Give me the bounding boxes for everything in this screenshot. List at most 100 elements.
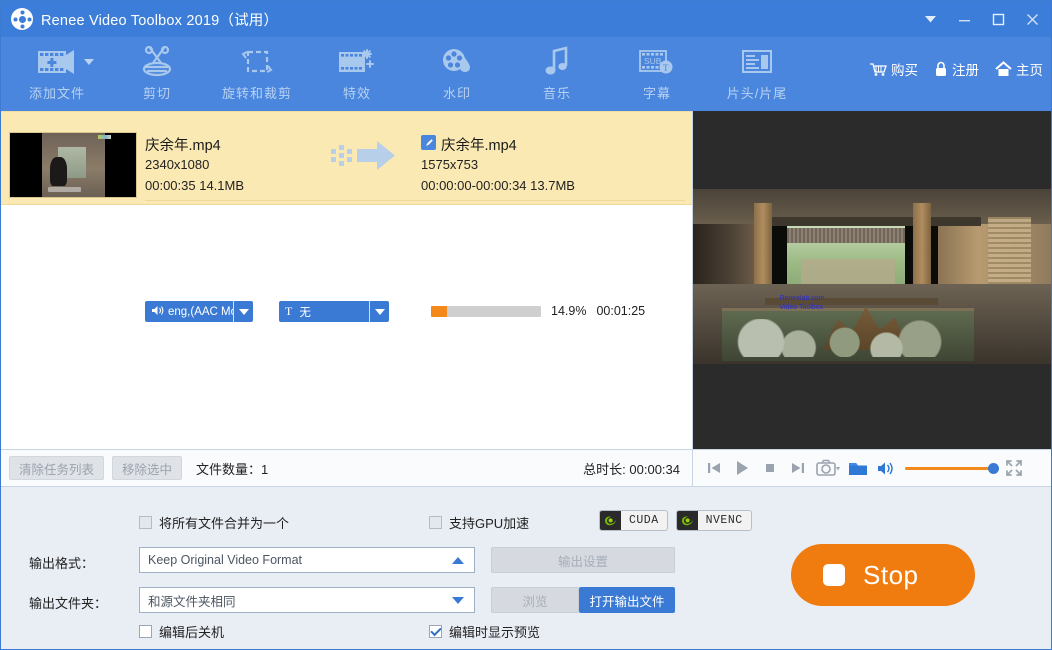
buy-link[interactable]: 购买 <box>869 59 918 79</box>
total-duration-label: 总时长: <box>583 461 626 477</box>
home-link-label: 主页 <box>1016 63 1043 78</box>
output-folder-select[interactable]: 和源文件夹相同 <box>139 587 475 613</box>
play-button[interactable] <box>729 455 755 481</box>
progress-bar-fill <box>431 305 448 317</box>
toolbar-item-effects[interactable]: 特效 <box>307 37 407 111</box>
volume-slider-knob[interactable] <box>988 462 999 474</box>
stop-button[interactable]: Stop <box>791 544 975 606</box>
video-preview-panel[interactable]: Reneelab.com Video Toolbox <box>693 111 1051 449</box>
svg-text:SUB: SUB <box>644 56 662 66</box>
shutdown-after-edit-checkbox[interactable]: 编辑后关机 <box>139 622 224 641</box>
volume-button[interactable] <box>873 455 899 481</box>
progress-bar <box>431 305 541 317</box>
toolbar-item-cut[interactable]: 剪切 <box>107 37 207 111</box>
minimize-button[interactable] <box>947 2 981 36</box>
stop-button-label: Stop <box>863 559 919 590</box>
speaker-icon <box>151 305 164 319</box>
nvenc-badge-label: NVENC <box>705 514 743 527</box>
toolbar-item-watermark[interactable]: 水印 <box>407 37 507 111</box>
task-status-bar: 清除任务列表 移除选中 文件数量：1 总时长: 00:00:34 <box>1 449 693 487</box>
stop-playback-button[interactable] <box>757 455 783 481</box>
total-duration: 总时长: 00:00:34 <box>583 459 680 478</box>
title-bar: Renee Video Toolbox 2019（试用） <box>1 1 1051 37</box>
fullscreen-button[interactable] <box>1001 455 1027 481</box>
pencil-edit-icon[interactable] <box>421 135 436 150</box>
show-preview-checkbox[interactable]: 编辑时显示预览 <box>429 622 540 641</box>
dropdown-menu-button[interactable] <box>913 2 947 36</box>
open-output-folder-button[interactable]: 打开输出文件 <box>579 587 675 613</box>
toolbar-item-subtitle[interactable]: SUB T 字幕 <box>607 37 707 111</box>
toolbar-right-links: 购买 注册 主页 <box>869 59 1043 79</box>
subtitle-t-icon: T <box>285 304 293 318</box>
chevron-down-icon <box>238 308 249 315</box>
remove-selected-button[interactable]: 移除选中 <box>112 456 183 480</box>
output-format-select[interactable]: Keep Original Video Format <box>139 547 475 573</box>
nvenc-badge: NVENC <box>675 510 752 531</box>
checkbox-box <box>139 516 152 529</box>
home-link[interactable]: 主页 <box>995 59 1043 79</box>
browse-button[interactable]: 浏览 <box>491 587 579 613</box>
toolbar-item-label: 字幕 <box>642 86 671 101</box>
output-format-value: Keep Original Video Format <box>148 553 303 567</box>
nvidia-icon <box>600 511 621 530</box>
toolbar-item-rotate-crop[interactable]: 旋转和裁剪 <box>207 37 307 111</box>
output-range-size: 00:00:00-00:00:34 13.7MB <box>421 178 575 193</box>
rotate-crop-icon <box>239 42 275 82</box>
audio-track-label: eng,(AAC Mor <box>168 305 233 318</box>
gpu-acceleration-checkbox[interactable]: 支持GPU加速 <box>429 513 529 532</box>
toolbar-item-label: 片头/片尾 <box>726 86 788 101</box>
toolbar-item-add-file[interactable]: 添加文件 <box>7 37 107 111</box>
next-button[interactable] <box>785 455 811 481</box>
subtitle-track-select[interactable]: T 无 <box>279 301 389 322</box>
toolbar-item-intro-outro[interactable]: 片头/片尾 <box>707 37 807 111</box>
checkbox-box <box>139 625 152 638</box>
audio-track-select[interactable]: eng,(AAC Mor <box>145 301 253 322</box>
home-icon <box>995 61 1012 77</box>
volume-slider[interactable] <box>905 462 999 474</box>
maximize-button[interactable] <box>981 2 1015 36</box>
chevron-down-icon[interactable] <box>84 59 94 65</box>
clear-task-list-button[interactable]: 清除任务列表 <box>9 456 105 480</box>
audio-track-dropdown-button[interactable] <box>233 301 253 322</box>
source-file-name: 庆余年.mp4 <box>145 138 221 154</box>
close-button[interactable] <box>1015 2 1049 36</box>
preview-scene <box>693 189 1051 364</box>
window-controls <box>913 1 1049 37</box>
show-preview-label: 编辑时显示预览 <box>449 625 541 640</box>
watermark-icon <box>439 42 475 82</box>
subtitle-icon: SUB T <box>637 42 677 82</box>
open-folder-button[interactable] <box>845 455 871 481</box>
table-row[interactable]: 庆余年.mp4 2340x1080 00:00:35 14.1MB 庆余年.mp… <box>1 111 692 322</box>
merge-all-files-checkbox[interactable]: 将所有文件合并为一个 <box>139 513 289 532</box>
register-link[interactable]: 注册 <box>934 59 979 79</box>
row-divider <box>145 200 685 201</box>
toolbar-item-label: 剪切 <box>142 86 171 101</box>
chevron-down-icon <box>452 596 464 604</box>
progress-percent: 14.9% <box>551 304 587 318</box>
watermark-line-1: Reneelab.com <box>779 295 825 302</box>
output-settings-button[interactable]: 输出设置 <box>491 547 675 573</box>
output-format-label: 输出格式： <box>29 556 95 571</box>
toolbar-item-music[interactable]: 音乐 <box>507 37 607 111</box>
player-controls <box>693 449 1051 487</box>
video-preview-frame: Reneelab.com Video Toolbox <box>693 189 1051 364</box>
toolbar-item-label: 特效 <box>342 86 371 101</box>
subtitle-track-dropdown-button[interactable] <box>369 301 389 322</box>
music-note-icon <box>542 42 572 82</box>
cuda-badge: CUDA <box>599 510 668 531</box>
scissors-icon <box>139 42 175 82</box>
intro-outro-icon <box>739 42 775 82</box>
file-count-value: 1 <box>261 461 269 477</box>
convert-arrow-icon <box>331 138 401 174</box>
checkbox-box <box>429 516 442 529</box>
watermark-line-2: Video Toolbox <box>779 304 824 312</box>
toolbar-item-label: 添加文件 <box>28 86 85 101</box>
nvidia-icon <box>676 511 698 530</box>
file-count-label: 文件数量： <box>196 461 262 477</box>
shutdown-after-edit-label: 编辑后关机 <box>159 625 225 640</box>
snapshot-button[interactable] <box>813 455 843 481</box>
subtitle-track-label: 无 <box>299 306 311 319</box>
previous-button[interactable] <box>701 455 727 481</box>
preview-watermark: Reneelab.com Video Toolbox <box>779 294 824 312</box>
output-file-name: 庆余年.mp4 <box>441 138 517 154</box>
